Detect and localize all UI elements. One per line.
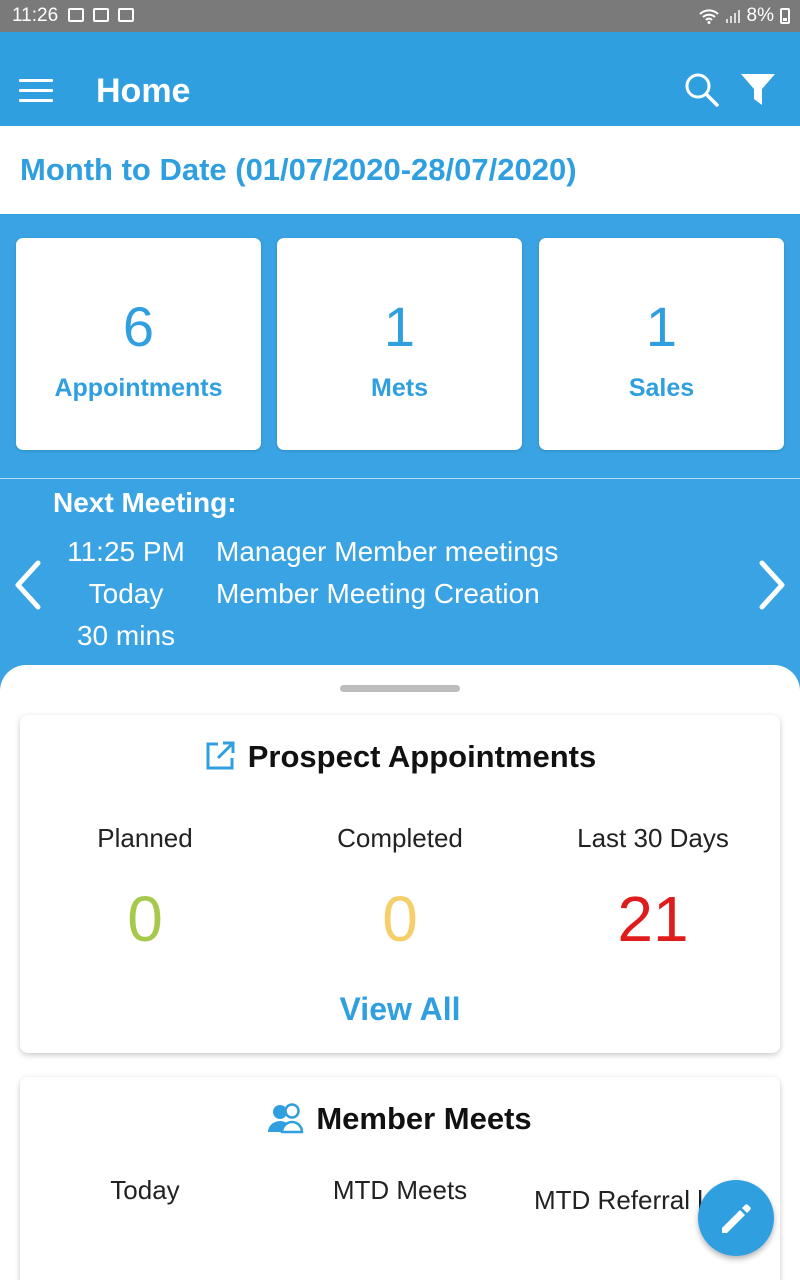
mtd-meets-label: MTD Meets [332,1175,468,1205]
mtd-meets-column: MTD Meets [275,1175,525,1206]
mail-notification-icon [118,8,134,22]
today-label: Today [110,1175,180,1205]
completed-value: 0 [382,883,418,955]
edit-fab-button[interactable] [698,1180,774,1256]
notification-icons [68,8,134,22]
search-icon[interactable] [684,72,720,108]
last-30-days-label: Last 30 Days [577,823,729,853]
status-time: 11:26 [12,5,59,26]
wifi-icon [698,9,719,24]
completed-column: Completed 0 [275,823,525,956]
completed-label: Completed [337,823,463,853]
date-range-label: Month to Date (01/07/2020-28/07/2020) [20,152,577,187]
last-30-days-column: Last 30 Days 21 [528,823,778,956]
planned-column: Planned 0 [20,823,270,956]
next-meeting-time: 11:25 PM [67,536,185,567]
prospect-appointments-header: Prospect Appointments [20,739,780,775]
prospect-appointments-title: Prospect Appointments [247,739,597,774]
sales-stat-card[interactable]: 1 Sales [539,238,784,450]
member-meets-header: Member Meets [20,1101,780,1137]
appointments-count: 6 [122,295,155,358]
status-bar: 11:26 8% [0,0,800,32]
sheet-drag-handle[interactable] [340,685,460,692]
member-meets-title: Member Meets [316,1101,532,1136]
mets-label: Mets [371,374,428,402]
planned-label: Planned [97,823,193,853]
next-meeting-name: Manager Member meetings [216,536,559,567]
pencil-icon [722,1204,751,1233]
appointments-label: Appointments [54,374,223,402]
view-all-link[interactable]: View All [20,991,780,1028]
last-30-days-value: 21 [617,883,689,955]
planned-value: 0 [127,883,163,955]
today-column: Today [20,1175,270,1206]
mets-count: 1 [383,295,416,358]
next-meeting-day: Today [88,578,164,609]
sales-count: 1 [645,295,678,358]
contact-notification-icon [93,8,109,22]
filter-icon[interactable] [740,73,776,107]
status-right: 8% [698,5,790,27]
battery-icon [780,8,790,24]
next-meeting-chevron-icon[interactable] [752,559,792,611]
members-icon [268,1103,304,1134]
next-meeting-panel: Next Meeting: 11:25 PM Today 30 mins Man… [0,479,800,679]
next-meeting-details: Manager Member meetings Member Meeting C… [216,531,558,615]
next-meeting-type: Member Meeting Creation [216,578,540,609]
app-bar: Home [0,32,800,126]
external-link-icon[interactable] [204,740,236,772]
next-meeting-when: 11:25 PM Today 30 mins [56,531,196,657]
next-meeting-duration: 30 mins [76,620,176,651]
image-notification-icon [68,8,84,22]
previous-meeting-chevron-icon[interactable] [8,559,48,611]
date-range-bar: Month to Date (01/07/2020-28/07/2020) [0,126,800,214]
mets-stat-card[interactable]: 1 Mets [277,238,522,450]
appointments-stat-card[interactable]: 6 Appointments [16,238,261,450]
member-meets-card: Member Meets Today MTD Meets MTD Referra… [20,1077,780,1280]
battery-percent: 8% [746,5,774,26]
next-meeting-title: Next Meeting: [53,487,237,518]
prospect-appointments-card: Prospect Appointments Planned 0 Complete… [20,715,780,1053]
sales-label: Sales [628,374,695,402]
page-title: Home [96,72,191,110]
bottom-sheet: Prospect Appointments Planned 0 Complete… [0,665,800,1280]
signal-icon [725,10,740,23]
menu-icon[interactable] [19,79,53,103]
